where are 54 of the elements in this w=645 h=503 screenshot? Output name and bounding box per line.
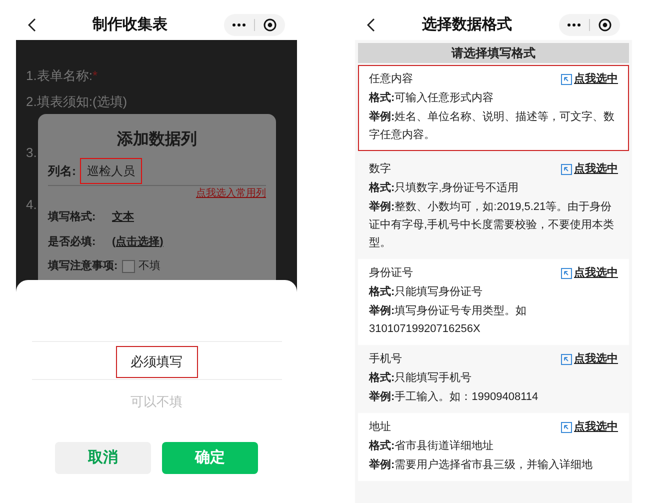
column-name-field[interactable]: 巡检人员 [80,158,142,184]
select-link[interactable]: 点我选中 [561,350,618,368]
picker-option[interactable]: 必须填写 [116,346,198,378]
close-icon[interactable] [263,18,277,32]
format-card[interactable]: 任意内容 点我选中 格式:可输入任意形式内容 举例:姓名、单位名称、说明、描述等，可文字、数字任意内容。 [358,65,629,151]
format-name: 身份证号 [369,266,413,281]
format-description: 格式:只填数字,身份证号不适用 [369,180,520,196]
dialog-title: 添加数据列 [116,130,198,150]
form-item-label: 3. [26,144,37,162]
format-name: 地址 [369,420,391,435]
select-icon [561,354,572,364]
checkbox[interactable] [122,260,135,273]
format-example: 举例:姓名、单位名称、说明、描述等，可文字、数字任意内容。 [369,110,616,143]
format-name: 手机号 [369,352,402,367]
form-item-label: 4. [26,196,37,214]
select-link[interactable]: 点我选中 [561,418,618,436]
field-label: 填写格式: [48,210,97,225]
capsule-menu[interactable] [224,14,285,36]
page-title: 选择数据格式 [421,14,513,35]
format-name: 数字 [369,162,391,177]
select-link[interactable]: 点我选中 [561,264,618,282]
format-card[interactable]: 身份证号 点我选中 格式:只能填写身份证号 举例:填写身份证号专用类型。如 31010719920716256X [358,259,629,345]
format-description: 格式:省市县街道详细地址 [369,438,495,454]
select-link[interactable]: 点我选中 [561,160,618,178]
format-description: 格式:只能填写身份证号 [369,284,484,300]
format-card[interactable]: 地址 点我选中 格式:省市县街道详细地址 举例:需要用户选择省市县三级，并输入详细地 [358,413,629,481]
format-description: 格式:可输入任意形式内容 [369,90,495,106]
back-icon[interactable] [367,18,375,32]
select-link[interactable]: 点我选中 [561,70,618,88]
section-banner: 请选择填写格式 [358,43,629,63]
field-label: 填写注意事项: [48,258,118,274]
format-example: 举例:填写身份证号专用类型。如 31010719920716256X [369,304,528,337]
form-item-label: 1.表单名称:* [26,67,98,85]
field-label: 列名: [48,163,76,180]
back-icon[interactable] [28,18,36,32]
close-icon[interactable] [598,18,612,32]
format-example: 举例:手工输入。如：19909408114 [369,390,540,405]
format-description: 格式:只能填写手机号 [369,370,473,386]
format-example: 举例:整数、小数均可，如:2019,5.21等。由于身份证中有字母,手机号中长度需要校验，不要使用本类型。 [369,200,616,251]
select-link[interactable]: (点击选择) [112,234,164,250]
select-icon [561,268,572,278]
checkbox-label: 不填 [138,259,161,274]
form-item-label: 2.填表须知:(选填) [26,92,128,111]
select-icon [561,422,572,432]
select-link[interactable]: 文本 [112,209,134,226]
more-icon[interactable] [232,23,246,27]
page-title: 制作收集表 [91,14,168,35]
format-name: 任意内容 [369,72,413,87]
select-icon [561,74,572,84]
field-label: 是否必填: [48,234,97,250]
capsule-menu[interactable] [559,14,620,36]
format-example: 举例:需要用户选择省市县三级，并输入详细地 [369,458,594,473]
select-icon [561,164,572,174]
more-icon[interactable] [567,23,581,27]
